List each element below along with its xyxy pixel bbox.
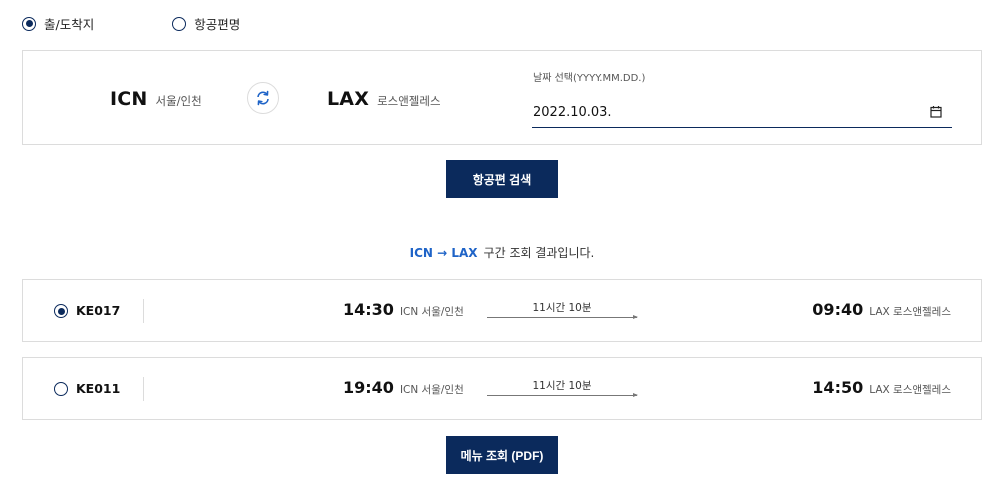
arrival-time: 14:50 — [812, 378, 864, 397]
route-search-box: ICN 서울/인천 LAX 로스앤젤레스 날짜 선택(YYYY.MM.DD.) … — [22, 50, 982, 145]
arrival-airport: LAX 로스앤젤레스 — [869, 306, 951, 318]
flight-duration: 11시간 10분 — [532, 302, 592, 314]
view-menu-pdf-button[interactable]: 메뉴 조회 (PDF) — [446, 436, 558, 474]
radio-button-route[interactable] — [22, 16, 36, 31]
flight-duration: 11시간 10분 — [532, 380, 592, 392]
divider — [143, 299, 144, 323]
date-field-label: 날짜 선택(YYYY.MM.DD.) — [533, 73, 646, 84]
flight-number: KE011 — [76, 381, 121, 396]
results-caption-text: 구간 조회 결과입니다. — [483, 246, 595, 260]
origin-city: 서울/인천 — [155, 94, 202, 108]
calendar-icon[interactable] — [930, 105, 942, 118]
duration-arrow — [487, 393, 638, 397]
origin-airport[interactable]: ICN 서울/인천 — [110, 88, 202, 110]
radio-label-route: 출/도착지 — [44, 17, 95, 32]
swap-arrows-icon — [257, 90, 269, 106]
origin-code: ICN — [110, 88, 148, 110]
departure-info: 19:40 ICN 서울/인천 — [343, 378, 464, 397]
duration-arrow — [487, 315, 638, 319]
departure-airport: ICN 서울/인천 — [399, 384, 464, 396]
destination-city: 로스앤젤레스 — [377, 94, 441, 108]
departure-time: 14:30 — [343, 300, 394, 319]
flight-select-radio[interactable] — [54, 304, 68, 318]
radio-option-route[interactable]: 출/도착지 — [22, 14, 94, 33]
departure-time: 19:40 — [343, 378, 394, 397]
flight-card[interactable]: KE011 19:40 ICN 서울/인천 11시간 10분 14:50 LAX… — [22, 357, 982, 420]
destination-code: LAX — [327, 88, 370, 110]
divider — [143, 377, 144, 401]
flight-number: KE017 — [76, 303, 121, 318]
departure-info: 14:30 ICN 서울/인천 — [343, 300, 464, 319]
arrival-time: 09:40 — [812, 300, 864, 319]
date-value: 2022.10.03. — [533, 105, 612, 120]
search-flights-button[interactable]: 항공편 검색 — [446, 160, 558, 198]
flight-card[interactable]: KE017 14:30 ICN 서울/인천 11시간 10분 09:40 LAX… — [22, 279, 982, 342]
radio-button-flight-number[interactable] — [172, 16, 187, 31]
date-input[interactable]: 2022.10.03. — [532, 98, 952, 128]
results-caption: ICN → LAX 구간 조회 결과입니다. — [0, 244, 990, 261]
arrival-info: 14:50 LAX 로스앤젤레스 — [812, 378, 951, 397]
results-route: ICN → LAX — [409, 246, 478, 260]
arrival-info: 09:40 LAX 로스앤젤레스 — [812, 300, 951, 319]
flight-select-radio[interactable] — [54, 382, 68, 396]
departure-airport: ICN 서울/인천 — [399, 306, 464, 318]
destination-airport[interactable]: LAX 로스앤젤레스 — [327, 88, 441, 110]
radio-option-flight-number[interactable]: 항공편명 — [172, 14, 240, 33]
swap-route-button[interactable] — [247, 82, 279, 114]
radio-label-flight-number: 항공편명 — [194, 17, 241, 32]
arrival-airport: LAX 로스앤젤레스 — [869, 384, 951, 396]
search-mode-radio-group: 출/도착지 항공편명 — [22, 14, 240, 33]
